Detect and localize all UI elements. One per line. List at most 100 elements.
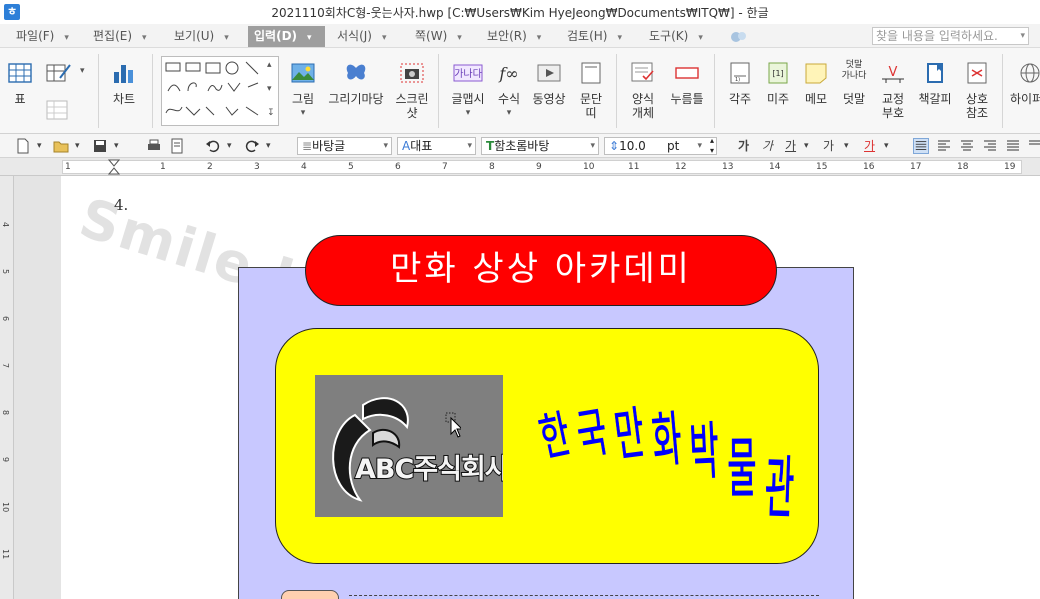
company-logo-image[interactable]: ABC주식회사 xyxy=(315,375,503,517)
cross-reference-button[interactable]: 상호 참조 xyxy=(958,48,996,134)
ruler-number: 14 xyxy=(769,162,781,172)
shapes-scroll-down[interactable]: ▾ xyxy=(267,84,272,94)
proofreading-button[interactable]: V 교정 부호 xyxy=(874,48,912,134)
endnote-button[interactable]: [1] 미주 xyxy=(760,48,796,134)
shapes-scroll-up[interactable]: ▴ xyxy=(267,60,272,70)
menu-file[interactable]: 파일(F) ▾ xyxy=(10,26,75,47)
document-page[interactable]: Smile Li 4. 만화 상상 아카데미 ABC주식회사 한국만화박물관 xyxy=(61,176,1040,599)
distribute-align-icon[interactable] xyxy=(1005,138,1021,154)
font-size-combo[interactable]: ⇕10.0 pt ▾ ▴ ▾ xyxy=(604,137,717,155)
save-icon[interactable] xyxy=(92,138,108,154)
formula-icon: f∞ xyxy=(498,64,518,83)
save-dropdown[interactable]: ▾ xyxy=(114,137,119,155)
screenshot-button[interactable]: 스크린 샷 xyxy=(392,48,432,134)
print-preview-icon[interactable] xyxy=(169,138,185,154)
style-combo[interactable]: ≣바탕글 ▾ xyxy=(297,137,392,155)
formula-label: 수식 xyxy=(497,92,521,106)
justify-align-icon[interactable] xyxy=(913,138,929,154)
ruler-number: 18 xyxy=(957,162,969,172)
overlap-text-button[interactable]: 덧말 가나다 덧말 xyxy=(836,48,872,134)
table-edit-icon[interactable] xyxy=(46,62,72,84)
drawing-button[interactable]: 그리기마당 xyxy=(326,48,386,134)
strikethrough-button[interactable]: 가 xyxy=(823,137,834,155)
footnote-button[interactable]: 1) 각주 xyxy=(722,48,758,134)
font-color-button[interactable]: 가 xyxy=(864,137,875,155)
strikethrough-dropdown[interactable]: ▾ xyxy=(844,137,849,155)
form-object-button[interactable]: 양식 개체 xyxy=(624,48,662,134)
wordart-character: 만 xyxy=(611,400,649,468)
document-area[interactable]: Smile Li 4. 만화 상상 아카데미 ABC주식회사 한국만화박물관 xyxy=(14,176,1040,599)
underline-dropdown[interactable]: ▾ xyxy=(804,137,809,155)
menu-page[interactable]: 쪽(W) ▾ xyxy=(409,26,468,47)
menu-review[interactable]: 검토(H) ▾ xyxy=(561,26,628,47)
font-color-dropdown[interactable]: ▾ xyxy=(884,137,889,155)
menu-tools[interactable]: 도구(K) ▾ xyxy=(643,26,709,47)
ruler-number: 16 xyxy=(863,162,875,172)
bookmark-button[interactable]: 책갈피 xyxy=(914,48,956,134)
menu-view[interactable]: 보기(U) ▾ xyxy=(168,26,235,47)
undo-dropdown[interactable]: ▾ xyxy=(227,137,232,155)
paragraph-strip-button[interactable]: 문단 띠 xyxy=(574,48,608,134)
left-align-icon[interactable] xyxy=(936,138,952,154)
field-label: 누름틀 xyxy=(670,92,704,106)
title-banner[interactable]: 만화 상상 아카데미 xyxy=(305,235,777,306)
new-document-icon[interactable] xyxy=(15,138,31,154)
redo-icon[interactable] xyxy=(244,138,260,154)
picture-button[interactable]: 그림 ▾ xyxy=(284,48,322,134)
logo-swirl-icon xyxy=(332,397,409,502)
menu-format[interactable]: 서식(J) ▾ xyxy=(331,26,393,47)
endnote-icon: [1] xyxy=(768,62,788,84)
hyperlink-button[interactable]: 하이퍼 xyxy=(1008,48,1040,134)
indent-marker[interactable] xyxy=(108,159,120,175)
menu-insert[interactable]: 입력(D) ▾ xyxy=(248,26,325,47)
memo-button[interactable]: 메모 xyxy=(798,48,834,134)
svg-text:f∞: f∞ xyxy=(498,64,518,83)
wordart-graphic[interactable]: 한국만 화 박 물 관 xyxy=(536,366,796,541)
wordart-character: 국 xyxy=(573,401,612,467)
underline-button[interactable]: 가 xyxy=(785,137,796,155)
svg-text:가나다: 가나다 xyxy=(454,68,482,80)
move-cursor-icon xyxy=(445,412,461,438)
menu-security[interactable]: 보안(R) ▾ xyxy=(481,26,547,47)
table-dropdown-arrow[interactable]: ▾ xyxy=(80,66,85,76)
open-folder-icon[interactable] xyxy=(53,138,69,154)
font-combo[interactable]: T함초롬바탕 ▾ xyxy=(481,137,599,155)
wordart-button[interactable]: 가나다 글맵시 ▾ xyxy=(446,48,490,134)
help-bubble-icon[interactable] xyxy=(730,30,748,44)
table-button[interactable]: 표 xyxy=(2,48,38,134)
shapes-gallery[interactable] xyxy=(161,56,279,126)
cross-reference-label: 상호 참조 xyxy=(965,92,989,120)
ruler-number: 13 xyxy=(722,162,734,172)
ribbon-separator xyxy=(714,54,715,128)
menu-edit[interactable]: 편집(E) ▾ xyxy=(87,26,153,47)
horizontal-ruler[interactable]: 1 1 2 3 4 5 6 7 8 9 10 11 12 13 14 15 16… xyxy=(0,158,1040,176)
drawing-label: 그리기마당 xyxy=(328,92,384,106)
language-combo[interactable]: A대표 ▾ xyxy=(397,137,476,155)
undo-icon[interactable] xyxy=(205,138,221,154)
ruler-number: 4 xyxy=(1,222,10,228)
new-document-dropdown[interactable]: ▾ xyxy=(37,137,42,155)
open-folder-dropdown[interactable]: ▾ xyxy=(75,137,80,155)
search-input[interactable]: 찾을 내용을 입력하세요. ▾ xyxy=(872,27,1029,45)
svg-text:V: V xyxy=(889,65,898,80)
print-icon[interactable] xyxy=(146,138,162,154)
formula-button[interactable]: f∞ 수식 ▾ xyxy=(494,48,524,134)
center-align-icon[interactable] xyxy=(959,138,975,154)
redo-dropdown[interactable]: ▾ xyxy=(266,137,271,155)
field-button[interactable]: 누름틀 xyxy=(666,48,708,134)
vertical-ruler[interactable]: 4 5 6 7 8 9 10 11 xyxy=(0,176,14,599)
division-align-icon[interactable] xyxy=(1027,138,1040,154)
picture-icon xyxy=(291,63,315,83)
table-layout-icon[interactable] xyxy=(46,100,70,120)
chart-button[interactable]: 차트 xyxy=(102,48,146,134)
form-object-icon xyxy=(631,62,654,82)
bold-button[interactable]: 가 xyxy=(738,137,749,155)
italic-button[interactable]: 가 xyxy=(762,137,773,155)
video-button[interactable]: 동영상 xyxy=(528,48,570,134)
right-align-icon[interactable] xyxy=(982,138,998,154)
bottom-shape[interactable] xyxy=(281,590,339,599)
shapes-expand[interactable]: ↧ xyxy=(267,108,275,118)
ruler-number: 19 xyxy=(1004,162,1016,172)
ruler-number: 7 xyxy=(442,162,448,172)
bookmark-icon xyxy=(927,63,943,83)
